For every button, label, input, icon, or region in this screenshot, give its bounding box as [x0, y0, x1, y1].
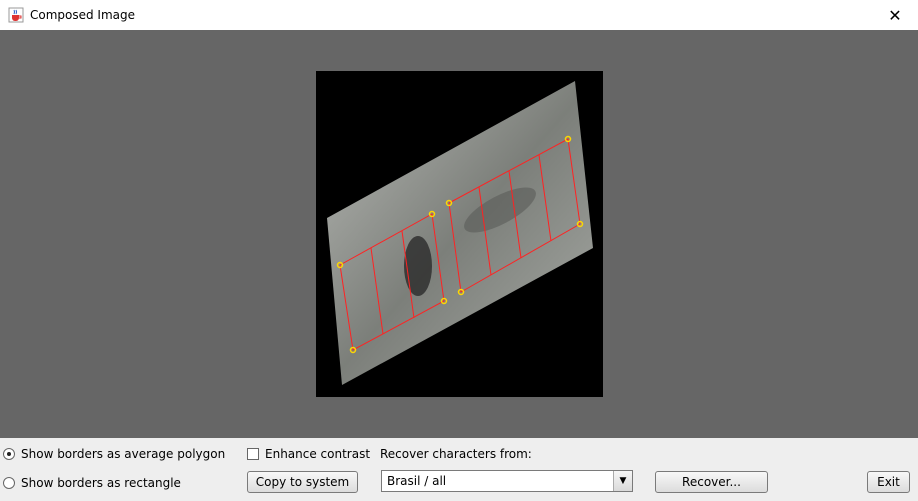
- radio-average-polygon[interactable]: Show borders as average polygon: [3, 447, 225, 461]
- plate-dark-blob: [404, 236, 432, 296]
- title-bar: Composed Image ✕: [0, 0, 918, 30]
- window-title: Composed Image: [30, 8, 136, 22]
- radio-rectangle-label: Show borders as rectangle: [21, 476, 181, 490]
- recover-source-value: Brasil / all: [387, 474, 447, 488]
- recover-source-select[interactable]: Brasil / all ▼: [381, 470, 633, 492]
- copy-to-system-button[interactable]: Copy to system: [247, 471, 358, 493]
- recover-button[interactable]: Recover...: [655, 471, 768, 493]
- radio-unselected[interactable]: [3, 477, 15, 489]
- java-cup-icon: [8, 7, 24, 23]
- chevron-down-icon[interactable]: ▼: [613, 471, 632, 491]
- controls-panel: Show borders as average polygon Show bor…: [0, 438, 918, 501]
- exit-button[interactable]: Exit: [867, 471, 910, 493]
- checkbox-box[interactable]: [247, 448, 259, 460]
- radio-selected[interactable]: [3, 448, 15, 460]
- composed-image: [316, 71, 603, 397]
- enhance-contrast-checkbox[interactable]: Enhance contrast: [247, 447, 370, 461]
- close-icon[interactable]: ✕: [872, 0, 918, 30]
- recover-from-label: Recover characters from:: [380, 447, 532, 461]
- image-canvas: [0, 30, 918, 438]
- radio-rectangle[interactable]: Show borders as rectangle: [3, 476, 181, 490]
- radio-average-polygon-label: Show borders as average polygon: [21, 447, 226, 461]
- enhance-contrast-label: Enhance contrast: [265, 447, 371, 461]
